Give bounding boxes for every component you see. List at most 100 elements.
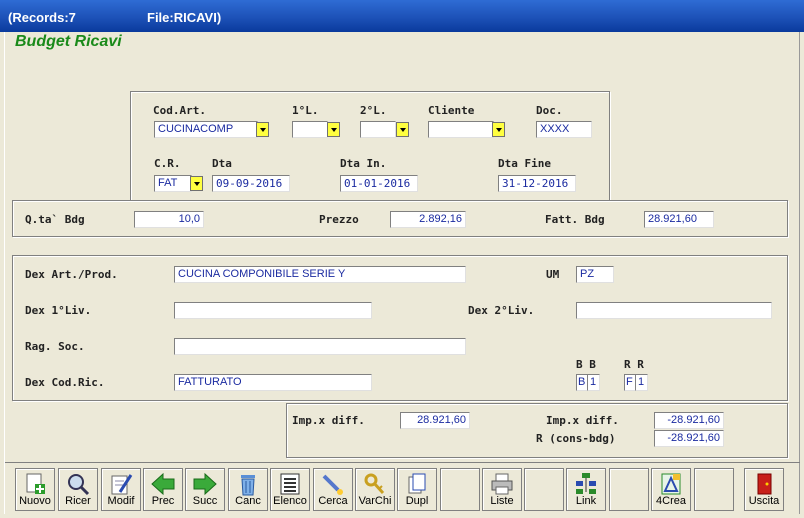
liv1-dropdown[interactable] xyxy=(327,122,340,137)
elenco-label: Elenco xyxy=(273,495,307,507)
liv1-field[interactable] xyxy=(292,121,328,138)
rag-soc-label: Rag. Soc. xyxy=(25,340,85,353)
liv1-label: 1°L. xyxy=(292,104,319,117)
liv2-dropdown[interactable] xyxy=(396,122,409,137)
rag-soc-field[interactable] xyxy=(174,338,466,355)
doc-field[interactable]: XXXX xyxy=(536,121,592,138)
qta-label: Q.ta` Bdg xyxy=(25,213,85,226)
imp-diff-field-2[interactable]: -28.921,60 xyxy=(654,412,724,429)
empty-button-2[interactable] xyxy=(524,468,564,511)
dex-art-label: Dex Art./Prod. xyxy=(25,268,118,281)
fatt-field[interactable]: 28.921,60 xyxy=(644,211,714,228)
modif-label: Modif xyxy=(107,495,135,507)
nuovo-button[interactable]: Nuovo xyxy=(15,468,55,511)
search-icon xyxy=(322,474,343,495)
printer-icon xyxy=(491,473,513,495)
edit-document-icon xyxy=(111,474,133,495)
cod-art-field[interactable]: CUCINACOMP xyxy=(154,121,258,138)
liste-button[interactable]: Liste xyxy=(482,468,522,511)
dex-1liv-field[interactable] xyxy=(174,302,372,319)
imp-diff-label-2: Imp.x diff. xyxy=(546,414,619,427)
succ-button[interactable]: Succ xyxy=(185,468,225,511)
create-icon xyxy=(661,473,681,495)
fatt-label: Fatt. Bdg xyxy=(545,213,605,226)
rr-field-2[interactable]: 1 xyxy=(635,374,648,391)
new-document-icon xyxy=(26,473,45,494)
dupl-button[interactable]: Dupl xyxy=(397,468,437,511)
canc-button[interactable]: Canc xyxy=(228,468,268,511)
exit-door-icon xyxy=(757,473,772,495)
liv2-field[interactable] xyxy=(360,121,396,138)
prec-label: Prec xyxy=(151,495,175,507)
varchi-label: VarChi xyxy=(358,495,392,507)
cr-dropdown[interactable] xyxy=(190,176,203,191)
liste-label: Liste xyxy=(490,495,514,507)
liv2-label: 2°L. xyxy=(360,104,387,117)
dex-art-field[interactable]: CUCINA COMPONIBILE SERIE Y xyxy=(174,266,466,283)
link-button[interactable]: Link xyxy=(566,468,606,511)
bb-field-2[interactable]: 1 xyxy=(587,374,600,391)
window-titlebar: (Records:7 File:RICAVI) xyxy=(0,0,804,32)
dta-field[interactable]: 09-09-2016 xyxy=(212,175,290,192)
dex-cod-ric-field[interactable]: FATTURATO xyxy=(174,374,372,391)
dta-fine-field[interactable]: 31-12-2016 xyxy=(498,175,576,192)
records-count: (Records:7 xyxy=(8,10,76,25)
cerca-label: Cerca xyxy=(318,495,348,507)
prec-button[interactable]: Prec xyxy=(143,468,183,511)
elenco-button[interactable]: Elenco xyxy=(270,468,310,511)
cod-art-label: Cod.Art. xyxy=(153,104,206,117)
r-cons-bdg-label: R (cons-bdg) xyxy=(536,432,616,445)
cliente-label: Cliente xyxy=(428,104,475,117)
prezzo-label: Prezzo xyxy=(319,213,359,226)
uscita-button[interactable]: Uscita xyxy=(744,468,784,511)
dta-in-field[interactable]: 01-01-2016 xyxy=(340,175,418,192)
cr-label: C.R. xyxy=(154,157,181,170)
imp-diff-field-1[interactable]: 28.921,60 xyxy=(400,412,470,429)
r-cons-bdg-field[interactable]: -28.921,60 xyxy=(654,430,724,447)
empty-button-4[interactable] xyxy=(694,468,734,511)
magnifier-icon xyxy=(68,474,90,496)
trash-icon xyxy=(241,475,255,496)
bb-label: B B xyxy=(576,358,596,371)
arrow-right-icon xyxy=(193,472,217,496)
link-tree-icon xyxy=(576,473,596,494)
dex-2liv-label: Dex 2°Liv. xyxy=(468,304,535,317)
dta-label: Dta xyxy=(212,157,232,170)
arrow-left-icon xyxy=(151,472,175,496)
cliente-field[interactable] xyxy=(428,121,494,138)
file-name: File:RICAVI) xyxy=(147,10,222,25)
qta-field[interactable]: 10,0 xyxy=(134,211,204,228)
cr-field[interactable]: FAT xyxy=(154,175,192,192)
page-title: Budget Ricavi xyxy=(15,33,122,50)
nuovo-label: Nuovo xyxy=(19,495,51,507)
keys-icon xyxy=(364,473,385,495)
uscita-label: Uscita xyxy=(748,495,780,507)
modif-button[interactable]: Modif xyxy=(101,468,141,511)
canc-label: Canc xyxy=(235,495,261,507)
dta-fine-label: Dta Fine xyxy=(498,157,551,170)
dupl-label: Dupl xyxy=(405,495,429,507)
um-label: UM xyxy=(546,268,560,281)
cliente-dropdown[interactable] xyxy=(492,122,505,137)
succ-label: Succ xyxy=(192,495,218,507)
um-field[interactable]: PZ xyxy=(576,266,614,283)
empty-button-1[interactable] xyxy=(440,468,480,511)
ricer-button[interactable]: Ricer xyxy=(58,468,98,511)
prezzo-field[interactable]: 2.892,16 xyxy=(390,211,466,228)
rr-label: R R xyxy=(624,358,644,371)
doc-label: Doc. xyxy=(536,104,563,117)
ricer-label: Ricer xyxy=(65,495,91,507)
varchi-button[interactable]: VarChi xyxy=(355,468,395,511)
empty-button-3[interactable] xyxy=(609,468,649,511)
imp-diff-label-1: Imp.x diff. xyxy=(292,414,365,427)
dta-in-label: Dta In. xyxy=(340,157,387,170)
crea4-button[interactable]: 4Crea xyxy=(651,468,691,511)
dex-cod-ric-label: Dex Cod.Ric. xyxy=(25,376,105,389)
cod-art-dropdown[interactable] xyxy=(256,122,269,137)
dex-1liv-label: Dex 1°Liv. xyxy=(25,304,92,317)
crea4-label: 4Crea xyxy=(656,495,686,507)
cerca-button[interactable]: Cerca xyxy=(313,468,353,511)
duplicate-icon xyxy=(408,473,426,494)
link-label: Link xyxy=(575,495,597,507)
dex-2liv-field[interactable] xyxy=(576,302,772,319)
